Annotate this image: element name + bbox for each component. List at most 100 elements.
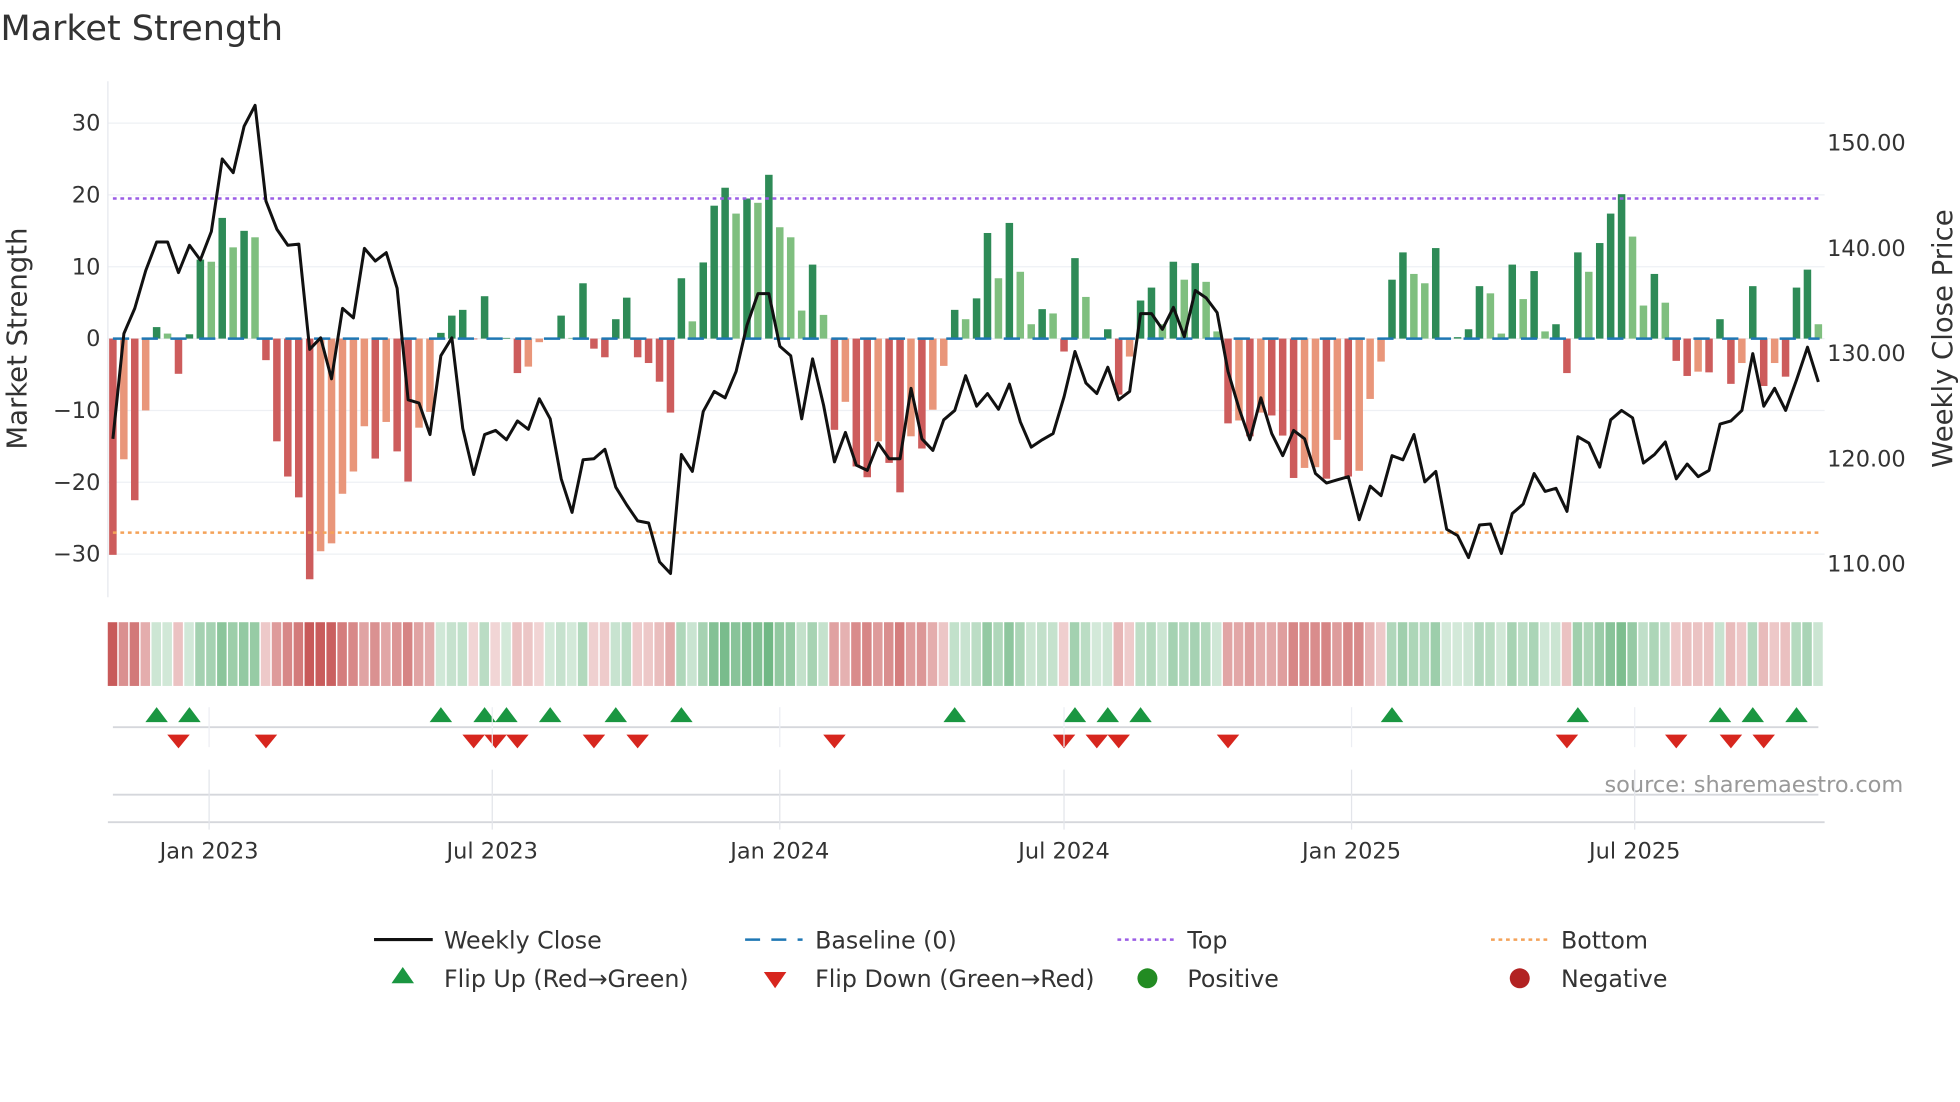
strength-bar xyxy=(950,309,959,339)
strength-bar xyxy=(1639,305,1648,339)
legend-label: Negative xyxy=(1561,965,1667,993)
strip-cell xyxy=(851,622,861,686)
strip-cell xyxy=(523,622,533,686)
strength-bar xyxy=(677,278,686,339)
strip-cell xyxy=(282,622,293,686)
strip-cell xyxy=(785,622,796,686)
strength-bar xyxy=(1016,271,1025,339)
strength-bar xyxy=(1595,243,1604,339)
y2-tick-label: 140.00 xyxy=(1827,236,1906,262)
strip-cell xyxy=(796,622,807,686)
strength-bar xyxy=(1574,252,1582,339)
strength-bar xyxy=(109,338,117,555)
strip-cell xyxy=(107,622,118,686)
strength-bar xyxy=(1104,329,1112,339)
strength-bar xyxy=(1060,338,1068,352)
strength-bar xyxy=(513,338,522,374)
strength-bar xyxy=(579,283,587,339)
strip-cell xyxy=(1135,622,1145,686)
strength-bar xyxy=(163,333,172,339)
strength-bar xyxy=(1071,258,1079,339)
legend-label: Flip Down (Green→Red) xyxy=(815,965,1094,993)
legend-flip-down: Flip Down (Green→Red) xyxy=(763,965,1095,993)
strip-cell xyxy=(665,622,675,686)
strip-cell xyxy=(1474,622,1484,686)
strip-cell xyxy=(829,622,839,686)
flip-down-marker xyxy=(1665,734,1688,749)
strip-cell xyxy=(1813,622,1823,686)
strip-cell xyxy=(1649,622,1659,686)
strip-cell xyxy=(676,622,686,686)
strength-bar xyxy=(1388,279,1396,339)
x-tick-label: Jan 2023 xyxy=(158,838,259,864)
strength-bar xyxy=(1716,319,1724,339)
strip-cell xyxy=(698,622,708,686)
flip-up-marker xyxy=(1129,707,1152,723)
strength-bar xyxy=(1038,309,1046,339)
strip-cell xyxy=(873,622,883,686)
strength-bar xyxy=(207,261,216,339)
y2-tick-label: 110.00 xyxy=(1827,551,1906,577)
strength-bar xyxy=(797,310,806,339)
flip-down-marker xyxy=(1555,734,1579,749)
y-tick-label: 0 xyxy=(86,326,100,352)
strip-cell xyxy=(1299,622,1309,686)
flip-down-marker xyxy=(582,734,606,749)
strength-bar xyxy=(251,237,259,339)
strength-bar xyxy=(1661,302,1670,339)
strength-bar xyxy=(994,278,1003,339)
strip-cell xyxy=(556,622,566,686)
flip-down-marker xyxy=(462,734,485,749)
strength-bar xyxy=(852,338,861,467)
strip-cell xyxy=(1682,622,1692,686)
strip-cell xyxy=(643,622,653,686)
strip-cell xyxy=(446,622,457,686)
strength-bar xyxy=(1082,296,1090,339)
strength-bar xyxy=(1628,236,1637,339)
strength-bar xyxy=(535,338,544,343)
strip-cell xyxy=(1714,622,1725,686)
x-tick-label: Jul 2023 xyxy=(445,838,538,864)
strip-cell xyxy=(1244,622,1255,686)
strength-bar xyxy=(338,338,347,494)
flip-down-icon xyxy=(763,972,787,989)
strip-cell xyxy=(1222,622,1233,686)
strength-bar xyxy=(1650,273,1659,339)
strip-cell xyxy=(1266,622,1277,686)
strength-bar xyxy=(808,264,817,339)
strip-cell xyxy=(818,622,828,686)
strip-cell xyxy=(370,622,380,686)
strip-cell xyxy=(632,622,643,686)
legend-bottom: Bottom xyxy=(1491,926,1648,954)
strip-cell xyxy=(1452,622,1462,686)
strength-bar xyxy=(819,314,828,339)
strip-cell xyxy=(1703,622,1714,686)
strip-cell xyxy=(512,622,522,686)
strip-cell xyxy=(337,622,347,686)
y-axis-ticks: 30 20 10 0 −10 −20 −30 xyxy=(53,111,100,568)
strength-bar xyxy=(393,338,401,452)
strip-cell xyxy=(566,622,577,686)
strength-bar xyxy=(1694,338,1702,372)
flip-up-marker xyxy=(943,707,966,723)
strip-cell xyxy=(293,622,304,686)
flip-down-marker xyxy=(1107,734,1130,749)
strength-bar xyxy=(426,338,434,412)
y-tick-label: 10 xyxy=(72,254,101,280)
strength-bar xyxy=(885,338,893,463)
y-tick-label: 20 xyxy=(72,182,101,208)
strip-cell xyxy=(1168,622,1178,686)
flip-down-marker xyxy=(484,734,507,749)
strip-cell xyxy=(1539,622,1550,686)
flip-up-marker xyxy=(1741,707,1765,723)
strip-cell xyxy=(1146,622,1156,686)
strip-cell xyxy=(1058,622,1069,686)
strip-cell xyxy=(129,622,140,686)
strength-bar xyxy=(141,338,150,411)
strength-bar xyxy=(1759,338,1768,387)
strength-bar xyxy=(874,338,882,442)
strip-cell xyxy=(206,622,216,686)
strip-cell xyxy=(752,622,763,686)
strip-cell xyxy=(326,622,336,686)
strip-cell xyxy=(840,622,850,686)
